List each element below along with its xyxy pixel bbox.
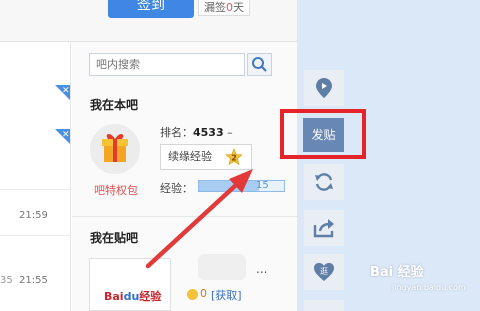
watermark-url: jingyan.baidu.com <box>392 283 466 292</box>
signin-button[interactable]: 签到 <box>108 0 194 18</box>
gift-label[interactable]: 吧特权包 <box>84 182 148 198</box>
gift-button[interactable] <box>90 124 140 174</box>
more-ellipsis: ... <box>256 262 268 276</box>
heart-icon: 逛 <box>314 263 334 281</box>
logo-du: du <box>123 290 140 303</box>
level-number: 2 <box>231 153 237 162</box>
exp-progress-fill <box>199 181 259 191</box>
level-badge: 2 <box>225 148 243 166</box>
baidu-jingyan-logo: Baidu经验 <box>104 288 161 304</box>
streak-prefix: 漏签 <box>204 1 226 14</box>
rank-label: 排名： <box>160 126 193 139</box>
refresh-button[interactable] <box>304 164 344 200</box>
row-divider <box>0 235 71 236</box>
get-coins-link[interactable]: [获取] <box>211 287 242 303</box>
section-divider <box>72 216 297 217</box>
logo-bai: Bai <box>104 290 124 303</box>
rank-value: 4533 <box>193 126 224 139</box>
location-button[interactable] <box>304 70 344 106</box>
coin-count: 0 <box>200 287 207 300</box>
logo-suffix: 经验 <box>139 290 162 303</box>
in-bar-title: 我在本吧 <box>90 98 139 112</box>
thread-number: 35 <box>0 275 13 286</box>
row-divider <box>0 189 71 190</box>
thread-time: 21:59 <box>19 210 48 221</box>
location-pin-icon <box>316 78 332 98</box>
search-icon <box>252 57 267 72</box>
close-icon[interactable]: ✕ <box>62 131 70 140</box>
thread-time: 21:55 <box>19 275 48 286</box>
star-level-icon: 2 <box>225 148 243 166</box>
streak-suffix: 天 <box>233 1 244 14</box>
exp-label: 经验： <box>160 182 193 195</box>
rank-row: 排名：4533 – <box>160 124 233 140</box>
watermark: Bai 经验 <box>370 265 424 280</box>
in-post-title: 我在贴吧 <box>90 231 139 245</box>
streak-days: 0 <box>226 1 233 14</box>
toolbar-bottom-slot <box>304 300 344 311</box>
rank-trend: – <box>227 126 233 139</box>
favorite-button[interactable]: 逛 <box>304 254 344 290</box>
missed-signin-counter: 漏签0天 <box>198 0 250 16</box>
search-button[interactable] <box>247 53 272 76</box>
post-button[interactable]: 发贴 <box>303 118 344 152</box>
forum-search-input[interactable] <box>89 53 245 76</box>
thread-list: ✕ ✕ 21:59 35 21:55 <box>0 42 71 311</box>
share-button[interactable] <box>304 210 344 246</box>
exp-value: 15 <box>256 180 269 191</box>
coin-icon <box>187 289 198 300</box>
svg-text:逛: 逛 <box>320 266 328 276</box>
close-icon[interactable]: ✕ <box>62 87 70 96</box>
gift-icon <box>102 134 128 162</box>
refresh-icon <box>315 173 333 191</box>
blurred-username <box>198 254 246 280</box>
share-icon <box>313 219 334 238</box>
